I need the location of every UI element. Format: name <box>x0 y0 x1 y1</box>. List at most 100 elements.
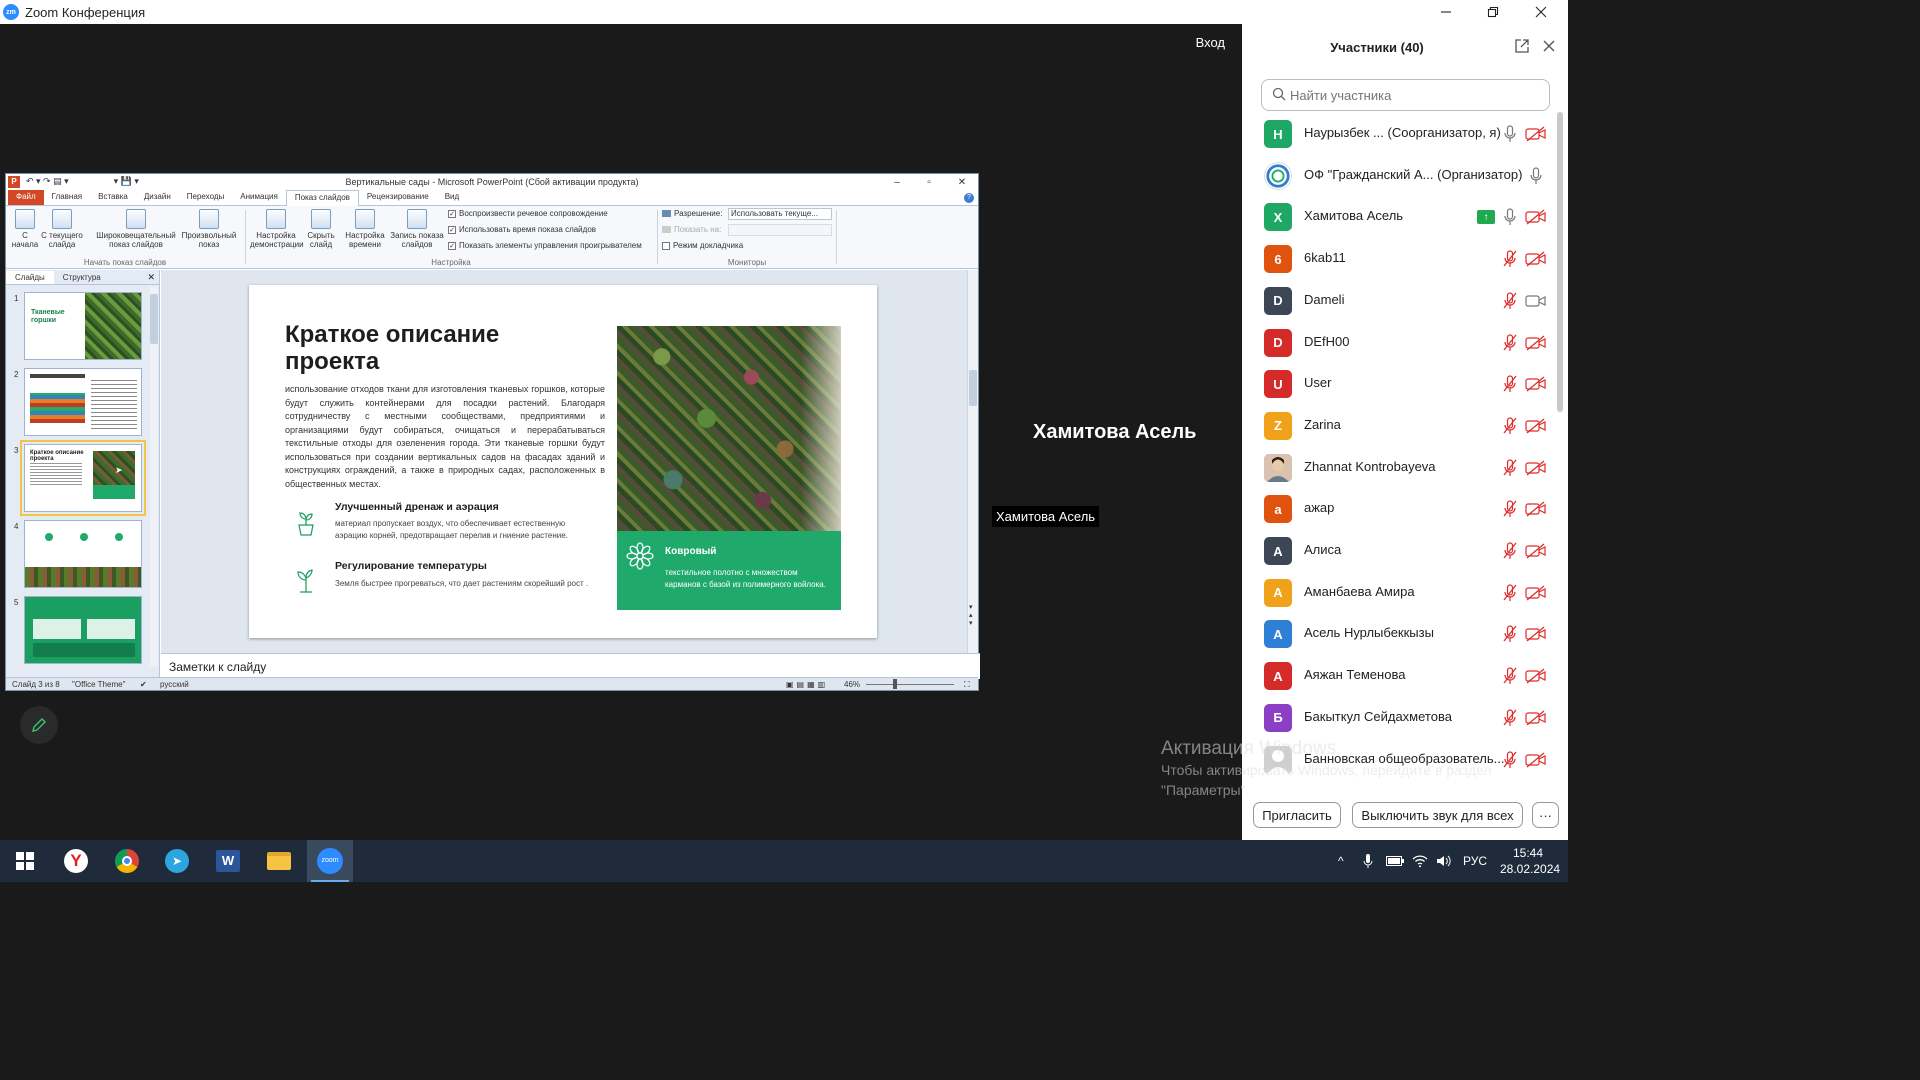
mute-all-button[interactable]: Выключить звук для всех <box>1352 802 1523 828</box>
annotate-pen-button[interactable] <box>20 706 58 744</box>
clock[interactable]: 15:44 28.02.2024 <box>1500 845 1560 877</box>
camera-off-icon[interactable] <box>1525 251 1547 267</box>
custom-show-button[interactable]: Произвольный показ <box>178 209 240 249</box>
participant-search-input[interactable] <box>1261 79 1550 111</box>
tab-slideshow[interactable]: Показ слайдов <box>285 190 359 206</box>
restore-button[interactable] <box>1470 0 1516 24</box>
fit-slide-icon[interactable]: ⛶ <box>964 680 970 690</box>
mic-muted-icon[interactable] <box>1502 667 1518 685</box>
participant-row[interactable]: А Аяжан Теменова <box>1242 656 1556 698</box>
mic-muted-icon[interactable] <box>1502 500 1518 518</box>
pane-scroll-thumb[interactable] <box>150 294 158 344</box>
ppt-restore-button[interactable]: ▫ <box>918 175 940 189</box>
volume-icon[interactable] <box>1436 840 1452 882</box>
camera-off-icon[interactable] <box>1525 501 1547 517</box>
slide-scroll-thumb[interactable] <box>969 370 977 406</box>
tab-insert[interactable]: Вставка <box>90 190 136 205</box>
tab-transitions[interactable]: Переходы <box>179 190 233 205</box>
broadcast-button[interactable]: Широковещательный показ слайдов <box>92 209 180 249</box>
hide-slide-button[interactable]: Скрыть слайд <box>304 209 338 249</box>
setup-show-button[interactable]: Настройка демонстрации <box>250 209 304 249</box>
microphone-tray-icon[interactable] <box>1363 840 1373 882</box>
mic-muted-icon[interactable] <box>1502 333 1518 352</box>
show-on-select[interactable] <box>728 224 832 236</box>
mic-muted-icon[interactable] <box>1502 542 1518 560</box>
tab-animations[interactable]: Анимация <box>232 190 286 205</box>
presenter-view-checkbox[interactable]: Режим докладчика <box>662 241 743 250</box>
slide-thumbnail-2[interactable] <box>24 368 142 436</box>
camera-off-icon[interactable] <box>1525 626 1547 642</box>
controls-checkbox[interactable]: ✓ Показать элементы управления проигрыват… <box>448 241 642 250</box>
taskbar-zoom[interactable]: zoom <box>307 840 353 882</box>
mic-muted-icon[interactable] <box>1502 584 1518 602</box>
slide-thumbnail-5[interactable] <box>24 596 142 664</box>
current-slide[interactable]: Краткое описание проекта использование о… <box>249 285 877 638</box>
view-buttons[interactable]: ▣▤▦▥ <box>786 680 828 689</box>
zoom-level[interactable]: 46% <box>844 680 860 689</box>
slide-editing-area[interactable]: Краткое описание проекта использование о… <box>161 270 969 653</box>
camera-off-icon[interactable] <box>1525 334 1547 351</box>
tab-design[interactable]: Дизайн <box>136 190 179 205</box>
taskbar-yandex[interactable]: Y <box>53 840 99 882</box>
mic-muted-icon[interactable] <box>1502 417 1518 435</box>
participant-row[interactable]: ОФ "Гражданский А... (Организатор) <box>1242 156 1556 198</box>
taskbar-telegram[interactable]: ➤ <box>154 840 200 882</box>
ppt-minimize-button[interactable]: – <box>886 175 908 189</box>
participant-row[interactable]: А Аманбаева Амира <box>1242 573 1556 615</box>
mic-muted-icon[interactable] <box>1502 709 1518 727</box>
resolution-select[interactable]: Использовать текуще... <box>728 208 832 220</box>
mic-muted-icon[interactable] <box>1502 375 1518 393</box>
battery-icon[interactable] <box>1386 840 1404 882</box>
more-options-button[interactable]: ··· <box>1532 802 1559 828</box>
zoom-slider-thumb[interactable] <box>893 679 897 689</box>
language-indicator[interactable]: русский <box>160 680 189 689</box>
participant-row[interactable]: а ажар <box>1242 489 1556 531</box>
timings-checkbox[interactable]: ✓ Использовать время показа слайдов <box>448 225 596 234</box>
camera-off-icon[interactable] <box>1525 460 1547 476</box>
mic-muted-icon[interactable] <box>1502 625 1518 643</box>
slide-thumbnail-1[interactable]: Тканевые горшки <box>24 292 142 360</box>
rehearse-timings-button[interactable]: Настройка времени <box>342 209 388 249</box>
tab-home[interactable]: Главная <box>44 190 90 205</box>
camera-off-icon[interactable] <box>1525 543 1547 559</box>
mic-icon[interactable] <box>1502 208 1518 226</box>
tab-review[interactable]: Рецензирование <box>359 190 437 205</box>
camera-off-icon[interactable] <box>1525 209 1547 225</box>
help-icon[interactable]: ? <box>964 193 974 203</box>
popout-icon[interactable] <box>1514 38 1530 54</box>
spellcheck-icon[interactable]: ✔ <box>140 680 147 689</box>
from-start-button[interactable]: С начала <box>10 209 40 249</box>
taskbar-chrome[interactable] <box>104 840 150 882</box>
start-button[interactable] <box>2 840 48 882</box>
from-current-button[interactable]: С текущего слайда <box>40 209 84 249</box>
wifi-icon[interactable] <box>1412 840 1428 882</box>
pane-scrollbar[interactable] <box>150 286 158 666</box>
mic-muted-icon[interactable] <box>1502 292 1518 310</box>
tab-file[interactable]: Файл <box>8 190 44 205</box>
notes-field[interactable]: Заметки к слайду <box>161 653 980 679</box>
participant-row[interactable]: Z Zarina <box>1242 406 1556 448</box>
taskbar-explorer[interactable] <box>256 840 302 882</box>
camera-off-icon[interactable] <box>1525 668 1547 684</box>
show-hidden-icons[interactable]: ^ <box>1338 840 1344 882</box>
camera-off-icon[interactable] <box>1525 585 1547 601</box>
mic-muted-icon[interactable] <box>1502 458 1518 477</box>
participant-row[interactable]: U User <box>1242 364 1556 406</box>
mic-muted-icon[interactable] <box>1502 250 1518 268</box>
camera-off-icon[interactable] <box>1525 710 1547 726</box>
pane-close-icon[interactable]: ✕ <box>147 272 155 283</box>
camera-off-icon[interactable] <box>1525 126 1547 142</box>
tab-view[interactable]: Вид <box>437 190 467 205</box>
participant-row[interactable]: А Асель Нурлыбеккызы <box>1242 614 1556 656</box>
camera-off-icon[interactable] <box>1525 376 1547 392</box>
close-window-button[interactable] <box>1518 0 1564 24</box>
prev-next-slide-icons[interactable]: ▾ ▴ ▾ <box>969 604 973 628</box>
zoom-slider[interactable] <box>866 684 954 685</box>
mic-icon[interactable] <box>1502 125 1518 143</box>
participant-row[interactable]: Х Хамитова Асель ↑ <box>1242 197 1556 239</box>
ppt-close-button[interactable]: ✕ <box>951 175 973 189</box>
camera-icon[interactable] <box>1525 293 1547 309</box>
slide-vertical-scrollbar[interactable]: ▾ ▴ ▾ <box>967 270 978 653</box>
participant-row[interactable]: А Алиса <box>1242 531 1556 573</box>
mic-icon[interactable] <box>1528 167 1544 185</box>
